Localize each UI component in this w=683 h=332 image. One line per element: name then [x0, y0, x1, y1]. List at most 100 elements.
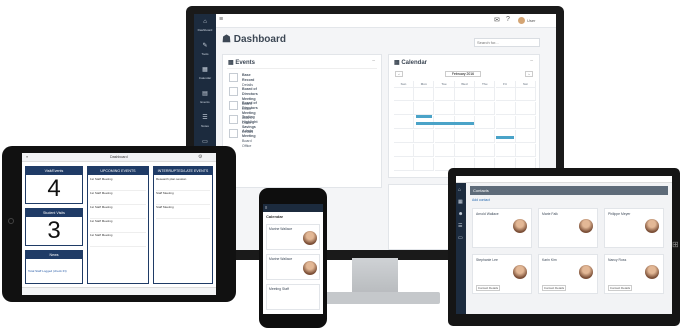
collapse-icon[interactable]: –	[530, 58, 533, 64]
list-item[interactable]: Marine Wallace	[266, 254, 320, 280]
calendar-icon[interactable]: ▦	[458, 199, 463, 205]
calendar-day-cell[interactable]	[475, 144, 496, 157]
avatar[interactable]	[518, 17, 525, 24]
calendar-day-cell[interactable]	[414, 130, 435, 143]
calendar-day-cell[interactable]	[394, 158, 414, 171]
contact-card[interactable]: Philippe Meyer	[604, 208, 664, 248]
sidebar-item-dashboard[interactable]: ⌂ Dashboard	[197, 18, 213, 38]
calendar-day-cell[interactable]	[475, 102, 496, 115]
notes-icon[interactable]: ☰	[458, 223, 462, 229]
mail-icon[interactable]: ✉	[494, 16, 500, 24]
month-label[interactable]: February 2016	[445, 71, 481, 77]
avatar	[513, 219, 527, 233]
list-item[interactable]: Research plan session	[156, 177, 210, 191]
folder-icon[interactable]: ▭	[458, 235, 463, 241]
contact-card[interactable]: Arnold Wallace	[472, 208, 532, 248]
list-item[interactable]: Meeting Staff	[266, 284, 320, 310]
calendar-day-cell[interactable]	[495, 116, 516, 129]
calendar-day-cell[interactable]	[515, 116, 536, 129]
list-item[interactable]: 1st Staff Meeting	[90, 233, 146, 247]
phone-header: ≡	[263, 204, 323, 212]
events-icon: ▤	[202, 91, 208, 97]
avatar	[579, 265, 593, 279]
contact-card[interactable]: Stephanie Lee Contact Details	[472, 254, 532, 294]
calendar-day-cell[interactable]	[495, 102, 516, 115]
calendar-day-cell[interactable]	[414, 158, 435, 171]
settings-icon[interactable]: ⚙	[198, 154, 202, 160]
calendar-day-cell[interactable]	[495, 88, 516, 101]
contact-card[interactable]: Karin Kim Contact Details	[538, 254, 598, 294]
calendar-day-cell[interactable]	[434, 88, 455, 101]
calendar-day-cell[interactable]	[454, 144, 475, 157]
avatar	[645, 219, 659, 233]
phone-screen: ≡ Calendar Marine Wallace Marine Wallace…	[263, 204, 323, 314]
calendar-grid: Sun Mon Tue Wed Thu Fri Sat	[394, 81, 536, 175]
calendar-day-cell[interactable]	[475, 130, 496, 143]
list-item[interactable]: 1st Staff Meeting	[90, 205, 146, 219]
collapse-icon[interactable]: –	[372, 58, 375, 64]
calendar-day-cell[interactable]	[475, 116, 496, 129]
event-icon	[229, 129, 238, 138]
sidebar-item-calendar[interactable]: ▦ Calendar	[197, 66, 213, 86]
help-icon[interactable]: ?	[506, 16, 510, 23]
contact-card[interactable]: Nancy Ross Contact Details	[604, 254, 664, 294]
calendar-day-cell[interactable]	[515, 88, 536, 101]
add-contact-link[interactable]: Add contact	[472, 198, 490, 202]
sidebar-item-events[interactable]: ▤ Events	[197, 90, 213, 110]
home-icon[interactable]: ⌂	[458, 187, 461, 193]
list-item[interactable]: Marine Wallace	[266, 224, 320, 250]
list-item[interactable]: Staff Meeting	[156, 191, 210, 205]
calendar-day-cell[interactable]	[414, 88, 435, 101]
user-name[interactable]: User	[527, 18, 535, 23]
contact-details-button[interactable]: Contact Details	[542, 285, 566, 291]
event-icon	[229, 87, 238, 96]
calendar-day-cell[interactable]	[454, 88, 475, 101]
calendar-day-cell[interactable]	[434, 102, 455, 115]
folder-icon: ▭	[202, 139, 208, 145]
sidebar-item-tools[interactable]: ✎ Tools	[197, 42, 213, 62]
news-link[interactable]: Total Staff Logged (check IN)	[26, 259, 82, 283]
sidebar-item-notes[interactable]: ☰ Notes	[197, 114, 213, 134]
list-item[interactable]: Staff Meeting	[156, 205, 210, 219]
calendar-day-cell[interactable]	[495, 144, 516, 157]
calendar-day-cell[interactable]	[454, 102, 475, 115]
events-panel: ▦ Events – Base Record Details Board of D…	[222, 54, 382, 188]
calendar-day-cell[interactable]	[515, 144, 536, 157]
calendar-day-cell[interactable]	[394, 130, 414, 143]
calendar-event-bar[interactable]	[496, 136, 514, 139]
list-item[interactable]: 1st Staff Meeting	[90, 177, 146, 191]
menu-icon[interactable]: ≡	[219, 16, 223, 23]
contact-details-button[interactable]: Contact Details	[476, 285, 500, 291]
list-item[interactable]: 1st Staff Meeting	[90, 219, 146, 233]
calendar-day-cell[interactable]	[454, 130, 475, 143]
users-icon[interactable]: ☻	[458, 211, 463, 217]
calendar-day-cell[interactable]	[515, 102, 536, 115]
upcoming-list: 1st Staff Meeting 1st Staff Meeting 1st …	[88, 175, 148, 249]
calendar-day-cell[interactable]	[394, 88, 414, 101]
contact-card[interactable]: Marie Falk	[538, 208, 598, 248]
page-title: ☗ Dashboard	[222, 34, 286, 45]
calendar-event-bar[interactable]	[416, 122, 474, 125]
calendar-panel: ▦ Calendar – ‹ February 2016 › Sun Mon Tue…	[388, 54, 540, 178]
interrupted-events-card: INTERRUPTED/LATE EVENTS Research plan se…	[153, 166, 213, 284]
calendar-event-bar[interactable]	[416, 115, 432, 118]
sidebar: ⌂ ▦ ☻ ☰ ▭	[456, 183, 466, 314]
next-month-button[interactable]: ›	[525, 71, 533, 77]
calendar-day-header: Wed	[454, 81, 475, 88]
calendar-day-cell[interactable]	[434, 130, 455, 143]
menu-icon[interactable]: ≡	[26, 155, 28, 159]
search-input[interactable]	[474, 38, 540, 47]
calendar-day-cell[interactable]	[475, 88, 496, 101]
calendar-day-cell[interactable]	[434, 144, 455, 157]
list-item[interactable]: 1st Staff Meeting	[90, 191, 146, 205]
prev-month-button[interactable]: ‹	[395, 71, 403, 77]
calendar-day-cell[interactable]	[414, 102, 435, 115]
calendar-day-cell[interactable]	[414, 144, 435, 157]
menu-icon[interactable]: ≡	[265, 205, 267, 210]
calendar-day-cell[interactable]	[394, 116, 414, 129]
contact-details-button[interactable]: Contact Details	[608, 285, 632, 291]
calendar-day-header: Thu	[475, 81, 496, 88]
calendar-day-cell[interactable]	[394, 102, 414, 115]
calendar-day-cell[interactable]	[515, 130, 536, 143]
calendar-day-cell[interactable]	[394, 144, 414, 157]
